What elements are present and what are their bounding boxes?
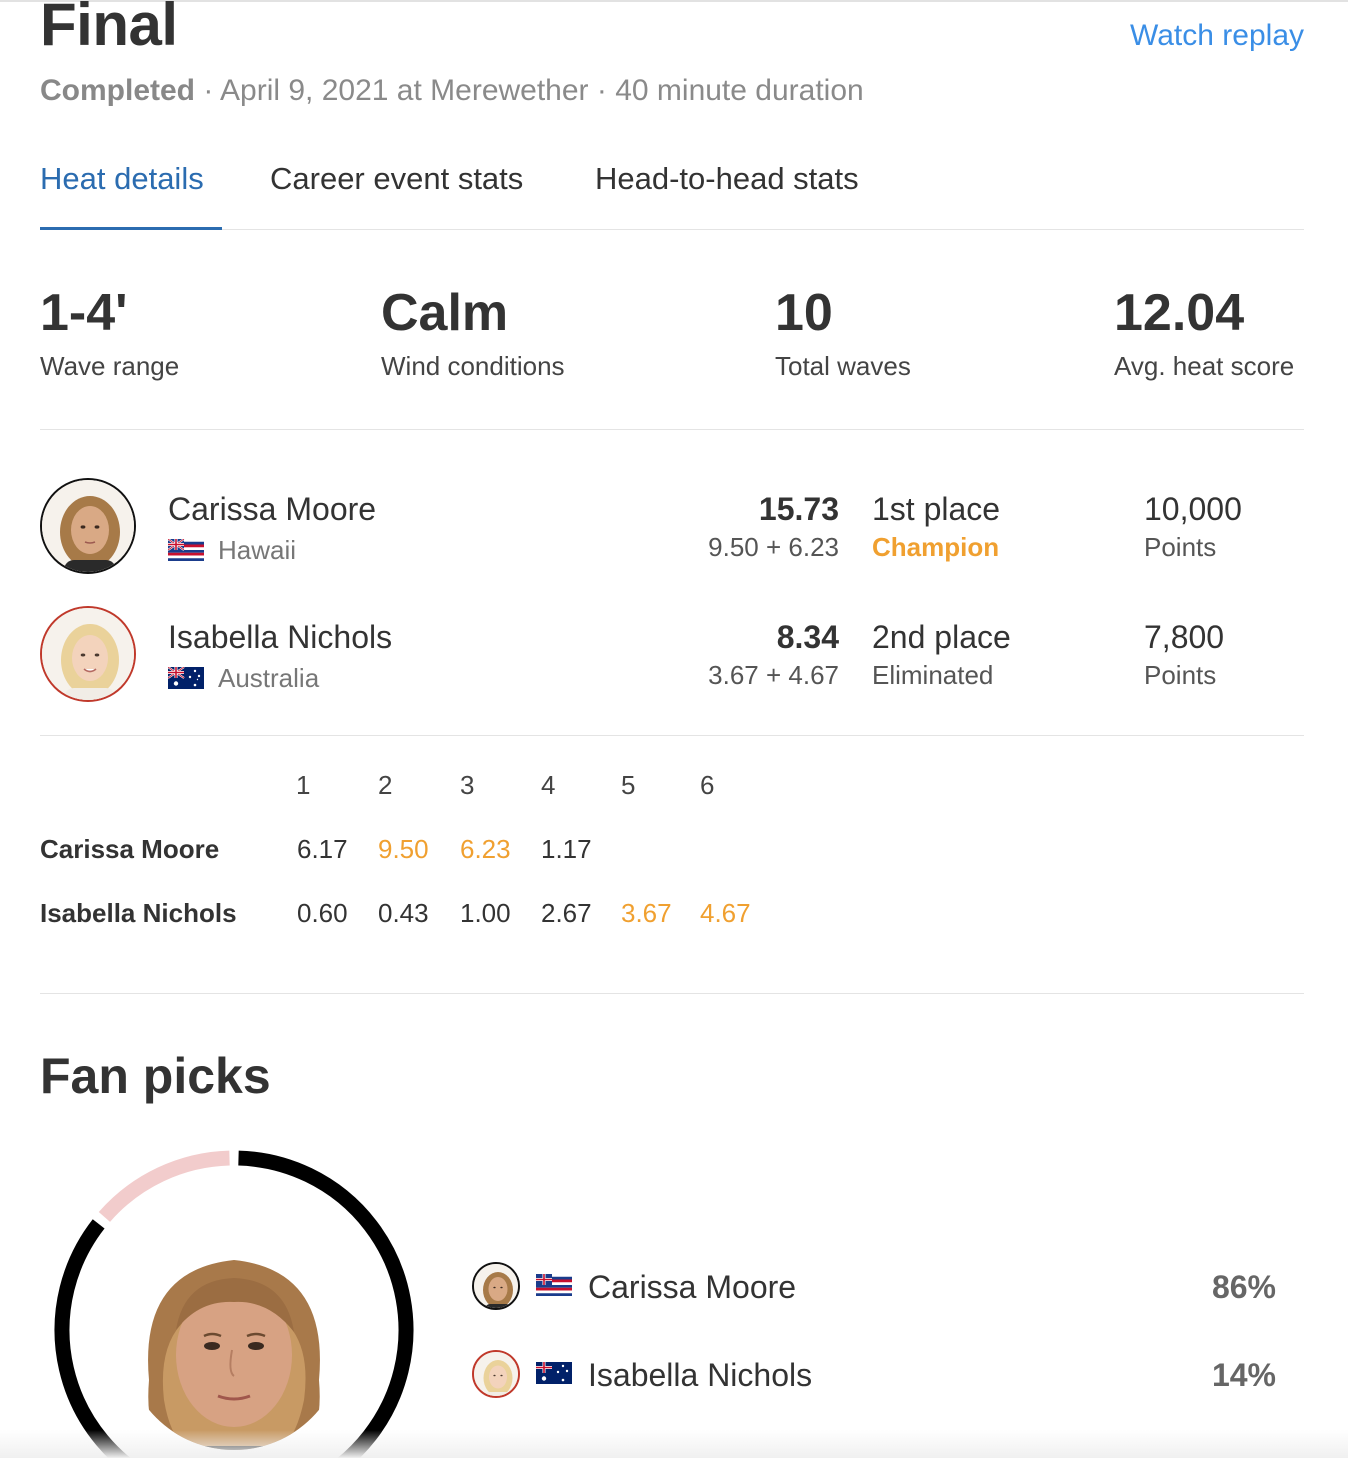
tab-bar: Heat details Career event stats Head-to-… bbox=[40, 160, 1304, 230]
tab-career-event-stats[interactable]: Career event stats bbox=[270, 160, 523, 198]
athlete-score: 15.73 9.50 + 6.23 bbox=[708, 490, 839, 566]
counting-waves: 9.50 + 6.23 bbox=[708, 532, 839, 562]
stat-label: Avg. heat score bbox=[1114, 351, 1295, 381]
result-badge: Champion bbox=[872, 532, 1000, 562]
active-tab-indicator bbox=[40, 227, 222, 230]
fan-pick-arc-isabella-nichols bbox=[98, 1150, 230, 1222]
place-label: 2nd place bbox=[872, 619, 1011, 655]
counting-waves: 3.67 + 4.67 bbox=[708, 660, 839, 690]
athlete-points: 7,800 Points bbox=[1144, 618, 1224, 694]
wave-column-header: 2 bbox=[378, 770, 393, 800]
fan-pick-percent: 86% bbox=[1211, 1269, 1276, 1305]
wave-column-header: 1 bbox=[296, 770, 311, 800]
athlete-results: Carissa Moore Hawaii 15.73 9.50 + 6.23 1… bbox=[40, 470, 1304, 736]
avatar bbox=[472, 1262, 520, 1310]
heat-page: Final Watch replay Completed · April 9, … bbox=[40, 0, 1304, 1458]
fan-picks-title: Fan picks bbox=[40, 1048, 271, 1104]
points-value: 10,000 bbox=[1144, 491, 1242, 527]
athlete-name[interactable]: Carissa Moore bbox=[168, 490, 376, 528]
country-name: Hawaii bbox=[218, 535, 297, 566]
place-label: 1st place bbox=[872, 491, 1001, 527]
heat-meta: Completed · April 9, 2021 at Merewether … bbox=[40, 72, 864, 110]
wave-score: 4.67 bbox=[700, 898, 751, 928]
wave-column-header: 6 bbox=[700, 770, 715, 800]
bottom-fade bbox=[0, 1430, 1348, 1458]
stat-total-waves: 10 Total waves bbox=[775, 280, 911, 384]
athlete-country: Hawaii bbox=[168, 532, 297, 566]
athlete-place: 2nd place Eliminated bbox=[872, 618, 1011, 694]
stat-avg-heat-score: 12.04 Avg. heat score bbox=[1114, 280, 1294, 384]
wave-score: 0.60 bbox=[297, 898, 348, 928]
wave-column-header: 3 bbox=[460, 770, 475, 800]
fan-pick-name: Carissa Moore bbox=[588, 1269, 797, 1305]
australia-flag-icon bbox=[168, 667, 204, 690]
points-label: Points bbox=[1144, 660, 1217, 690]
fan-picks-donut bbox=[54, 1150, 414, 1458]
points-value: 7,800 bbox=[1144, 619, 1225, 655]
heat-total: 8.34 bbox=[776, 619, 839, 655]
stat-value: 1-4' bbox=[40, 284, 128, 342]
hawaii-flag-icon bbox=[168, 539, 204, 562]
stat-value: Calm bbox=[381, 284, 509, 342]
australia-flag-icon bbox=[536, 1362, 572, 1384]
athlete-country: Australia bbox=[168, 660, 320, 694]
wave-score: 0.43 bbox=[378, 898, 429, 928]
athlete-row[interactable]: Isabella Nichols Australia 8.34 3.67 + 4… bbox=[40, 598, 1304, 702]
country-name: Australia bbox=[218, 663, 320, 694]
page-title: Final bbox=[40, 0, 178, 58]
heat-date-location: · April 9, 2021 at Merewether · 40 minut… bbox=[195, 74, 864, 107]
stat-value: 10 bbox=[775, 284, 833, 342]
wave-row-name: Carissa Moore bbox=[40, 834, 220, 864]
wave-score: 1.17 bbox=[541, 834, 592, 864]
wave-column-header: 4 bbox=[541, 770, 556, 800]
heat-stats: 1-4' Wave range Calm Wind conditions 10 … bbox=[40, 280, 1304, 430]
athlete-points: 10,000 Points bbox=[1144, 490, 1242, 566]
athlete-score: 8.34 3.67 + 4.67 bbox=[708, 618, 839, 694]
fan-pick-row[interactable]: Carissa Moore 86% bbox=[470, 1262, 1276, 1312]
wave-score: 3.67 bbox=[621, 898, 672, 928]
avatar[interactable] bbox=[40, 606, 136, 702]
watch-replay-link[interactable]: Watch replay bbox=[1130, 18, 1304, 54]
heat-total: 15.73 bbox=[758, 491, 839, 527]
wave-score: 2.67 bbox=[541, 898, 592, 928]
wave-row-name: Isabella Nichols bbox=[40, 898, 237, 928]
featured-athlete-photo bbox=[124, 1230, 344, 1450]
stat-label: Total waves bbox=[775, 351, 911, 381]
stat-label: Wind conditions bbox=[381, 351, 565, 381]
result-badge: Eliminated bbox=[872, 660, 994, 690]
heat-status: Completed bbox=[40, 74, 196, 107]
points-label: Points bbox=[1144, 532, 1217, 562]
athlete-name[interactable]: Isabella Nichols bbox=[168, 618, 392, 656]
wave-column-header: 5 bbox=[621, 770, 636, 800]
stat-value: 12.04 bbox=[1114, 284, 1245, 342]
stat-wave-range: 1-4' Wave range bbox=[40, 280, 179, 384]
wave-score: 6.17 bbox=[297, 834, 348, 864]
stat-label: Wave range bbox=[40, 351, 180, 381]
fan-pick-name: Isabella Nichols bbox=[588, 1357, 813, 1393]
athlete-row[interactable]: Carissa Moore Hawaii 15.73 9.50 + 6.23 1… bbox=[40, 470, 1304, 574]
avatar bbox=[472, 1350, 520, 1398]
wave-score: 9.50 bbox=[378, 834, 429, 864]
hawaii-flag-icon bbox=[536, 1274, 572, 1296]
avatar[interactable] bbox=[40, 478, 136, 574]
fan-pick-row[interactable]: Isabella Nichols 14% bbox=[470, 1350, 1276, 1400]
tab-heat-details[interactable]: Heat details bbox=[40, 160, 204, 198]
fan-pick-percent: 14% bbox=[1211, 1357, 1276, 1393]
stat-wind-conditions: Calm Wind conditions bbox=[381, 280, 565, 384]
wave-score: 1.00 bbox=[460, 898, 511, 928]
athlete-place: 1st place Champion bbox=[872, 490, 1000, 566]
wave-scores-table: 1 2 3 4 5 6 Carissa Moore 6.17 9.50 6.23… bbox=[40, 768, 1304, 994]
tab-head-to-head-stats[interactable]: Head-to-head stats bbox=[595, 160, 859, 198]
wave-score: 6.23 bbox=[460, 834, 511, 864]
